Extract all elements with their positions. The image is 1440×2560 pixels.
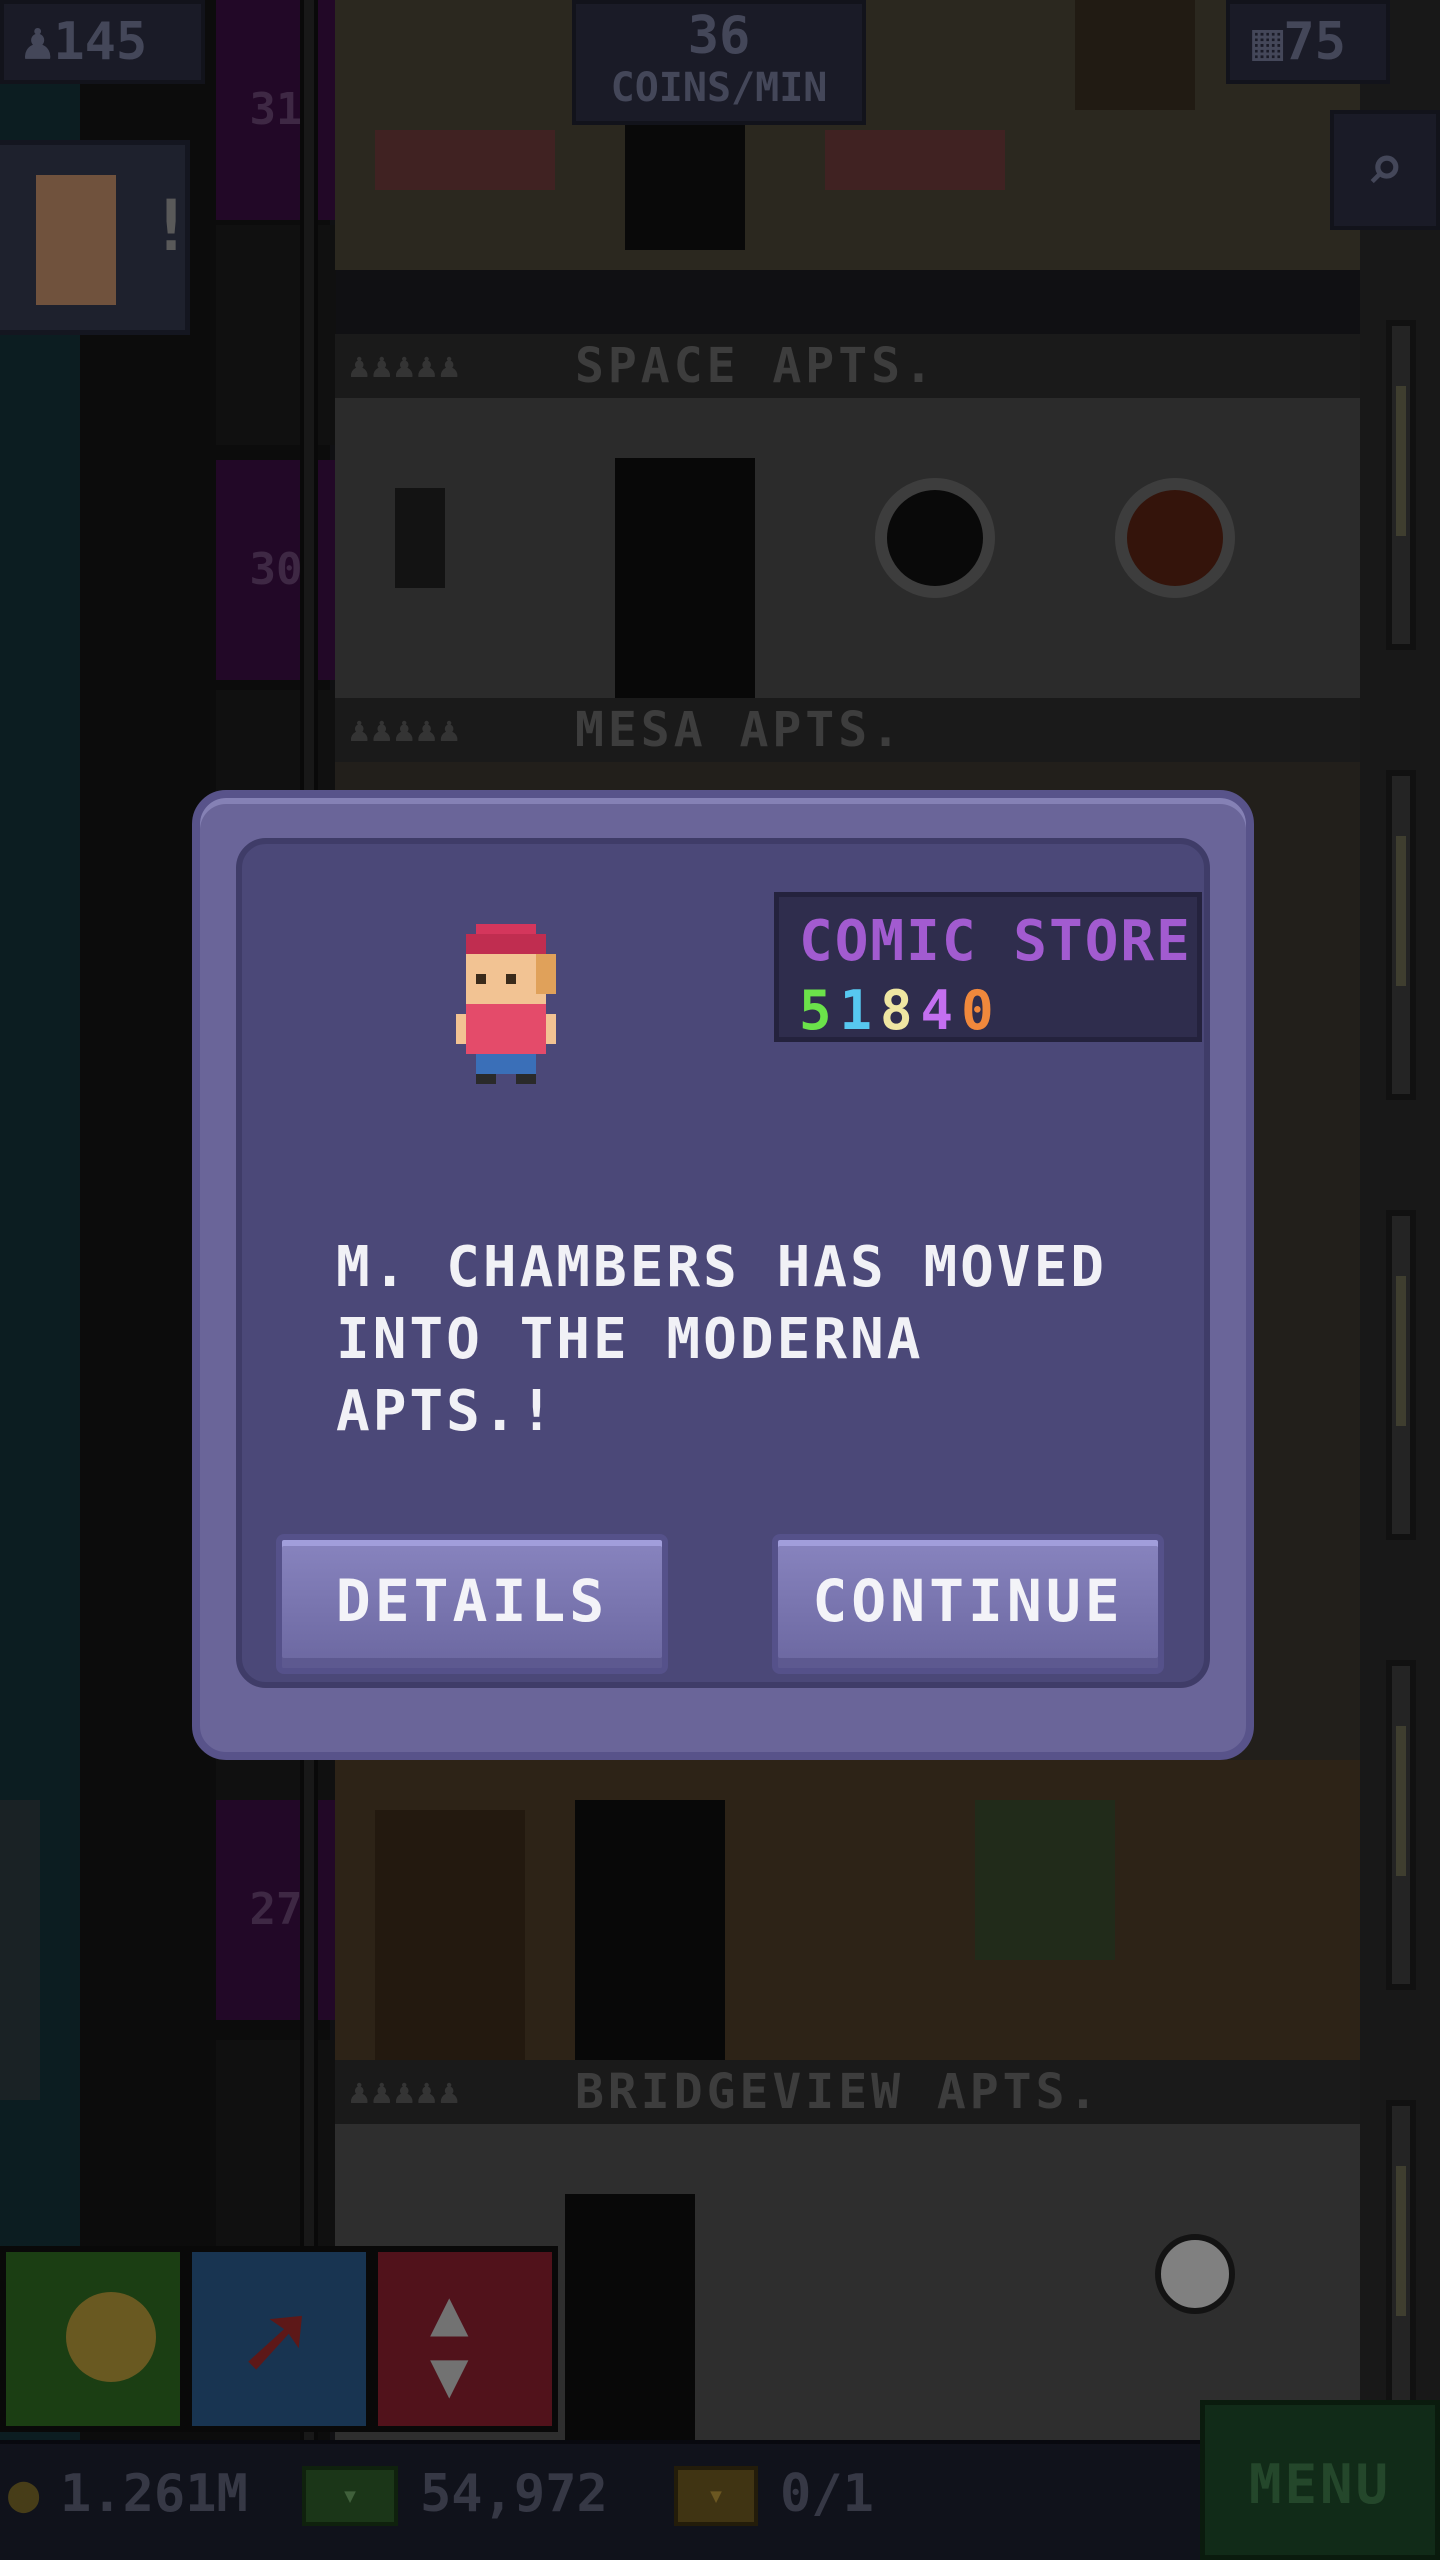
move-in-dialog: COMIC STORE 51840 M. CHAMBERS HAS MOVED … bbox=[192, 790, 1254, 1760]
details-button[interactable]: DETAILS bbox=[276, 1534, 668, 1674]
move-in-message: M. CHAMBERS HAS MOVED INTO THE MODERNA A… bbox=[336, 1235, 1108, 1444]
store-card: COMIC STORE 51840 bbox=[774, 892, 1202, 1042]
store-code: 51840 bbox=[799, 979, 1002, 1042]
continue-button[interactable]: CONTINUE bbox=[772, 1534, 1164, 1674]
resident-avatar bbox=[456, 924, 566, 1084]
store-name: COMIC STORE bbox=[799, 909, 1192, 974]
